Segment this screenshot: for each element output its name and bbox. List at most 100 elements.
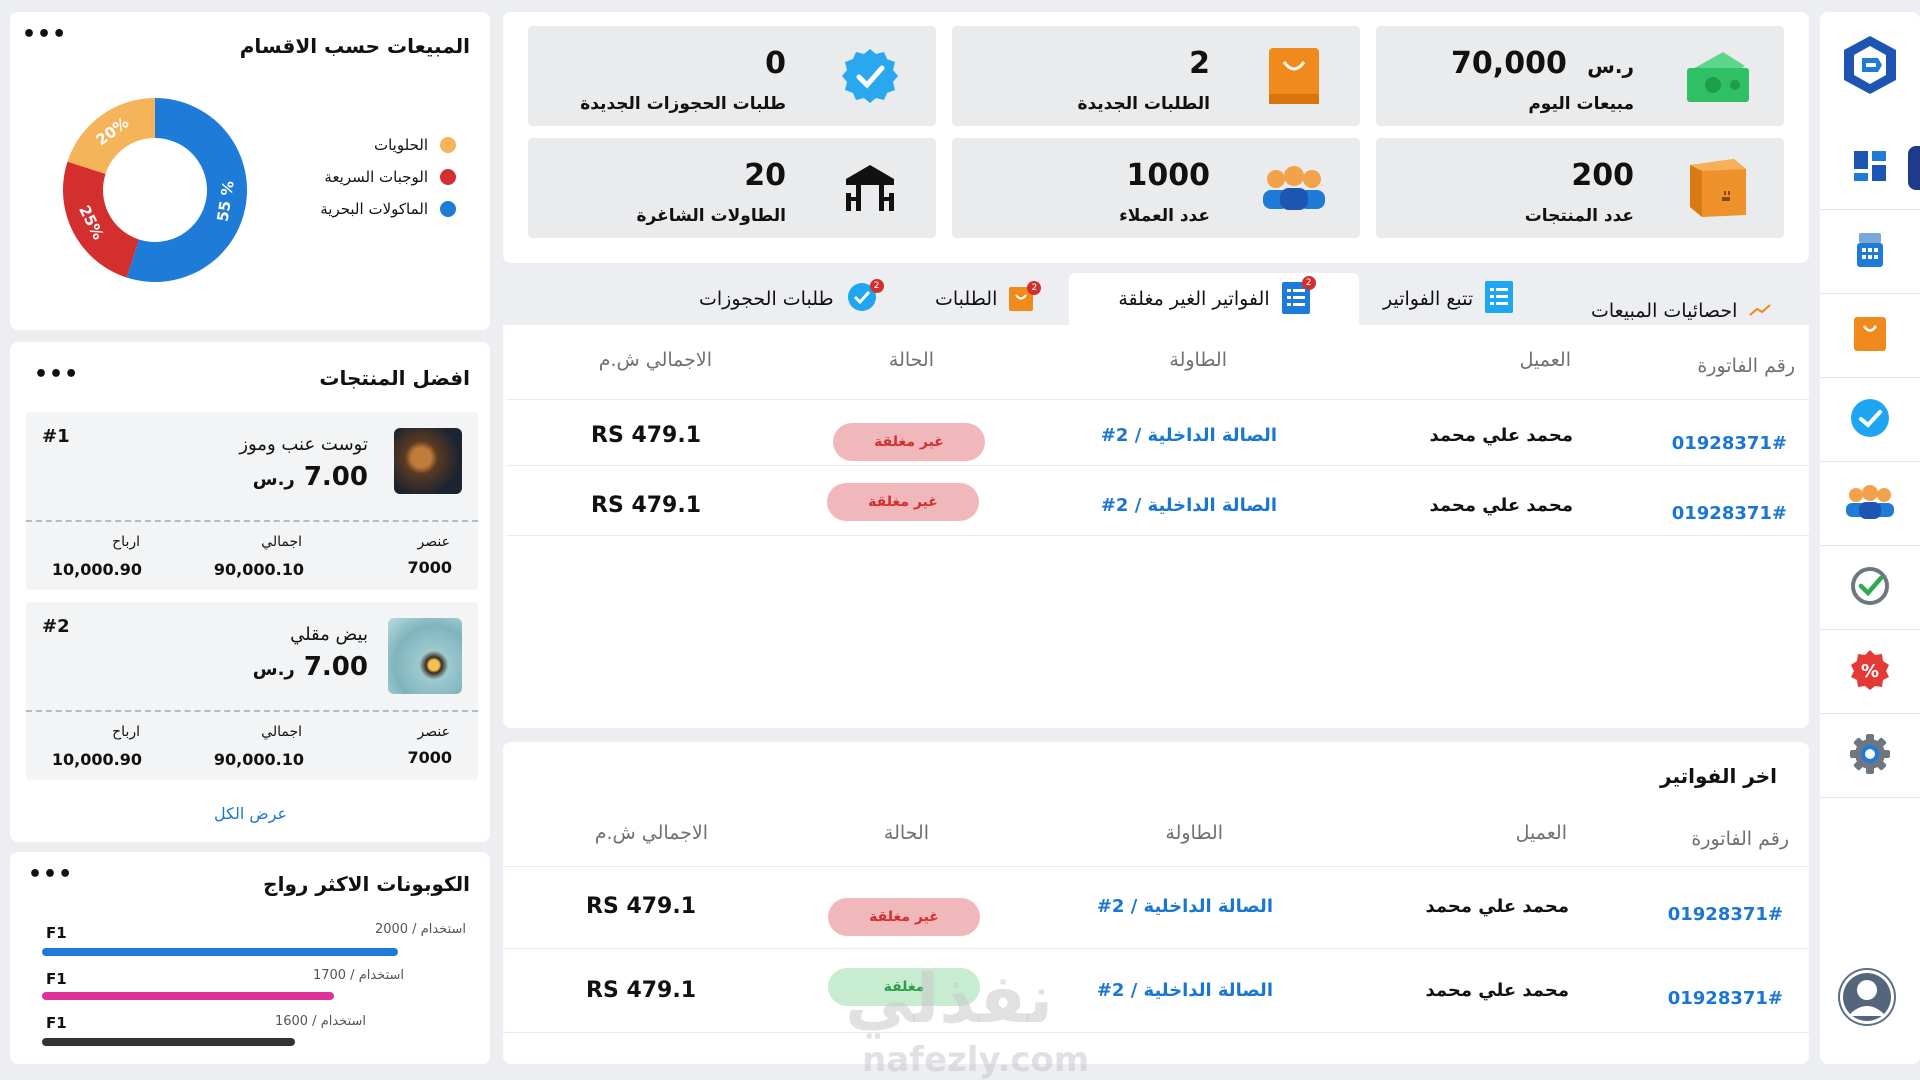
stat-products-count: 200 عدد المنتجات xyxy=(1376,138,1784,238)
product-name: توست عنب وموز xyxy=(239,434,368,455)
coupon-usage-bar xyxy=(42,1038,295,1046)
col-invoice: رقم الفاتورة xyxy=(1697,355,1795,377)
verified-check-icon xyxy=(834,44,906,108)
metric-label: عنصر xyxy=(417,534,450,550)
status-badge: غير مغلقة xyxy=(833,423,985,461)
metric-value: 90,000.10 xyxy=(213,560,304,579)
stat-today-sales: ر.س 70,000 مبيعات اليوم xyxy=(1376,26,1784,126)
discount-icon: % xyxy=(1849,649,1891,695)
product-rank: #2 xyxy=(42,616,70,637)
tab-label: احصائيات المبيعات xyxy=(1591,300,1738,322)
invoice-number[interactable]: 01928371# xyxy=(1668,988,1783,1009)
divider xyxy=(507,399,1809,400)
metric-label: عنصر xyxy=(417,724,450,740)
table-location[interactable]: الصالة الداخلية / 2# xyxy=(1097,896,1273,917)
tab-open-invoices[interactable]: 2 الفواتير الغير مغلقة xyxy=(1069,273,1359,325)
chart-legend: الحلويات الوجبات السريعة الماكولات البحر… xyxy=(256,136,456,236)
currency-label: ر.س xyxy=(1587,54,1634,78)
product-image xyxy=(388,618,462,694)
receipt-icon xyxy=(1485,280,1514,318)
sidebar-item-customers[interactable] xyxy=(1820,462,1920,546)
product-image xyxy=(394,428,462,494)
table-location[interactable]: الصالة الداخلية / 2# xyxy=(1101,425,1277,446)
sales-by-category-title: المبيعات حسب الاقسام xyxy=(239,34,470,58)
product-price: 7.00 ر.س xyxy=(253,462,368,492)
metric-value: 10,000.90 xyxy=(51,560,142,579)
approve-icon xyxy=(1850,566,1890,610)
coupon-code: F1 xyxy=(46,924,67,942)
metric-label: ارباح xyxy=(112,724,140,740)
more-menu-icon[interactable]: ••• xyxy=(22,22,67,47)
price-value: 7.00 xyxy=(303,652,368,682)
legend-swatch xyxy=(440,201,456,217)
col-total: الاجمالي ش.م xyxy=(598,349,712,371)
stat-label: عدد المنتجات xyxy=(1524,206,1634,226)
stat-value: 200 xyxy=(1571,158,1634,193)
col-total: الاجمالي ش.م xyxy=(594,822,708,844)
invoice-number[interactable]: 01928371# xyxy=(1668,904,1783,925)
sidebar-item-reservations[interactable] xyxy=(1820,378,1920,462)
top-products-title: افضل المنتجات xyxy=(319,366,470,390)
table-location[interactable]: الصالة الداخلية / 2# xyxy=(1097,980,1273,1001)
legend-label: الحلويات xyxy=(373,136,428,154)
legend-item: الوجبات السريعة xyxy=(324,168,456,186)
tab-invoice-tracking[interactable]: تتبع الفواتير xyxy=(1383,273,1514,325)
currency-label: ر.س xyxy=(252,469,295,490)
coupon-usage: 1600 / استخدام xyxy=(274,1014,366,1029)
coupons-card: ••• الكوبونات الاكثر رواج F1 2000 / استخ… xyxy=(10,852,490,1064)
stats-card: ر.س 70,000 مبيعات اليوم 2 الطلبات الجديد… xyxy=(503,12,1809,263)
product-card[interactable]: #2 بيض مقلي 7.00 ر.س عنصر اجمالي ارباح 7… xyxy=(26,602,478,780)
customer-name: محمد علي محمد xyxy=(1429,425,1573,446)
logo-icon[interactable] xyxy=(1842,34,1898,96)
stat-number: 70,000 xyxy=(1451,46,1567,81)
watermark-text: nafezly.com xyxy=(862,1040,1090,1080)
product-card[interactable]: #1 توست عنب وموز 7.00 ر.س عنصر اجمالي ار… xyxy=(26,412,478,590)
usage-label: استخدام xyxy=(420,922,466,937)
sidebar-item-approvals[interactable] xyxy=(1820,546,1920,630)
coupon-usage: 1700 / استخدام xyxy=(312,968,404,983)
sidebar-item-settings[interactable] xyxy=(1820,714,1920,798)
invoice-number[interactable]: 01928371# xyxy=(1672,503,1787,524)
tab-orders[interactable]: 2 الطلبات xyxy=(935,273,1042,325)
customers-icon xyxy=(1258,156,1330,220)
customer-name: محمد علي محمد xyxy=(1429,495,1573,516)
svg-text:%: % xyxy=(1861,661,1879,682)
divider xyxy=(503,948,1809,949)
settings-icon xyxy=(1848,732,1892,780)
sidebar-item-orders[interactable] xyxy=(1820,294,1920,378)
user-avatar-icon[interactable] xyxy=(1838,968,1896,1026)
usage-count: 2000 xyxy=(374,922,409,937)
sidebar-item-discounts[interactable]: % xyxy=(1820,630,1920,714)
sidebar-item-pos[interactable] xyxy=(1820,210,1920,294)
stat-value: 2 xyxy=(1189,46,1210,81)
view-all-link[interactable]: عرض الكل xyxy=(214,804,287,823)
col-status: الحالة xyxy=(883,822,929,844)
legend-label: الوجبات السريعة xyxy=(324,168,428,186)
stat-label: مبيعات اليوم xyxy=(1528,94,1634,114)
coupon-code: F1 xyxy=(46,1014,67,1032)
more-menu-icon[interactable]: ••• xyxy=(28,862,73,887)
stat-value: 1000 xyxy=(1126,158,1211,193)
divider xyxy=(26,710,478,712)
tab-label: تتبع الفواتير xyxy=(1383,288,1474,310)
price-value: 7.00 xyxy=(303,462,368,492)
usage-count: 1600 xyxy=(274,1014,309,1029)
notification-badge: 2 xyxy=(869,278,884,293)
product-rank: #1 xyxy=(42,426,70,447)
sidebar-item-dashboard[interactable] xyxy=(1820,126,1920,210)
stat-value: ر.س 70,000 xyxy=(1451,46,1634,81)
table-location[interactable]: الصالة الداخلية / 2# xyxy=(1101,495,1277,516)
invoice-total: RS 479.1 xyxy=(586,978,697,1003)
metric-label: اجمالي xyxy=(261,724,302,740)
col-status: الحالة xyxy=(888,349,934,371)
stat-new-reservations: 0 طلبات الحجوزات الجديدة xyxy=(528,26,936,126)
tab-reservations[interactable]: 2 طلبات الحجوزات xyxy=(699,273,884,325)
coupon-usage-bar xyxy=(42,992,334,1000)
cash-register-icon xyxy=(1855,232,1885,271)
col-table: الطاولة xyxy=(1165,822,1223,844)
more-menu-icon[interactable]: ••• xyxy=(34,362,79,387)
divider xyxy=(503,866,1809,867)
open-invoices-table: رقم الفاتورة العميل الطاولة الحالة الاجم… xyxy=(503,325,1809,728)
invoice-number[interactable]: 01928371# xyxy=(1672,433,1787,454)
tab-bar: احصائيات المبيعات تتبع الفواتير 2 الفوات… xyxy=(503,273,1809,325)
